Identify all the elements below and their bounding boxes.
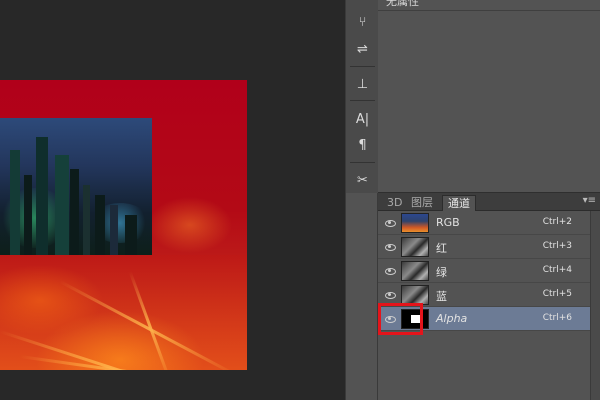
tab-channels[interactable]: 通道 <box>442 195 476 211</box>
channel-name: Alpha <box>436 312 468 325</box>
tab-layers[interactable]: 图层 <box>406 195 438 211</box>
properties-panel: 无属性 <box>378 0 600 193</box>
paragraph-icon[interactable]: ¶ <box>351 135 374 155</box>
channel-name: 蓝 <box>436 290 447 303</box>
visibility-eye-icon[interactable] <box>384 217 396 229</box>
channel-thumbnail <box>401 213 429 233</box>
channel-thumbnail <box>401 285 429 305</box>
red-mask-overlay <box>0 255 247 370</box>
building <box>10 150 20 255</box>
channel-row-rgb[interactable]: RGB Ctrl+2 <box>378 211 600 235</box>
building <box>36 137 48 255</box>
channel-shortcut: Ctrl+6 <box>542 313 572 323</box>
channel-row-green[interactable]: 绿 Ctrl+4 <box>378 259 600 283</box>
channel-name: 红 <box>436 242 447 255</box>
document-image[interactable] <box>0 80 247 370</box>
panel-tool-column: ⑂ ⇌ ⊥ A| ¶ ✂ <box>345 0 379 400</box>
tool-separator <box>350 162 375 163</box>
building <box>70 169 79 255</box>
channel-thumbnail <box>401 261 429 281</box>
visibility-eye-icon[interactable] <box>384 241 396 253</box>
tool-presets-icon[interactable]: ✂ <box>351 170 374 190</box>
canvas-area[interactable] <box>0 0 345 400</box>
building <box>95 195 105 255</box>
visibility-eye-icon[interactable] <box>384 265 396 277</box>
tool-separator <box>350 66 375 67</box>
channel-shortcut: Ctrl+3 <box>542 241 572 251</box>
channel-shortcut: Ctrl+4 <box>542 265 572 275</box>
tab-3d[interactable]: 3D <box>382 195 407 211</box>
tool-separator <box>350 100 375 101</box>
channel-list-scrollbar[interactable] <box>590 211 600 400</box>
channel-shortcut: Ctrl+5 <box>542 289 572 299</box>
channel-name: 绿 <box>436 266 447 279</box>
building <box>83 185 90 255</box>
building <box>110 205 118 255</box>
annotation-highlight-box <box>378 303 423 335</box>
building <box>24 175 32 255</box>
properties-title: 无属性 <box>386 0 419 8</box>
panel-menu-icon[interactable]: ▾≡ <box>583 195 596 206</box>
brush-settings-icon[interactable]: ⇌ <box>351 39 374 59</box>
channel-shortcut: Ctrl+2 <box>542 217 572 227</box>
character-icon[interactable]: A| <box>351 109 374 129</box>
panel-tab-bar: 3D 图层 通道 ▾≡ <box>378 193 600 211</box>
clone-source-icon[interactable]: ⊥ <box>351 74 374 94</box>
channel-thumbnail <box>401 237 429 257</box>
brush-presets-icon[interactable]: ⑂ <box>351 12 374 32</box>
building <box>125 215 137 255</box>
visibility-eye-icon[interactable] <box>384 289 396 301</box>
building <box>55 155 69 255</box>
city-night-photo <box>0 118 152 255</box>
panel-divider <box>378 10 600 11</box>
right-panel: 无属性 3D 图层 通道 ▾≡ RGB Ctrl+2 红 Ctrl+3 绿 Ct… <box>378 0 600 400</box>
channel-row-red[interactable]: 红 Ctrl+3 <box>378 235 600 259</box>
channel-name: RGB <box>436 216 460 229</box>
